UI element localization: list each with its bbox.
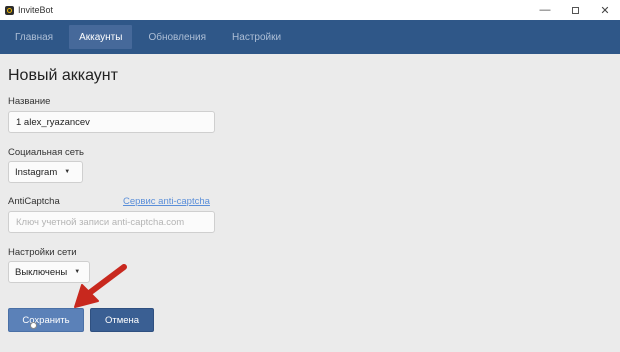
window-titlebar: InviteBot — ✕ bbox=[0, 0, 620, 21]
main-navbar: Главная Аккаунты Обновления Настройки bbox=[0, 20, 620, 54]
mouse-cursor-icon bbox=[30, 322, 37, 329]
tab-accounts[interactable]: Аккаунты bbox=[69, 25, 133, 49]
maximize-button[interactable] bbox=[560, 0, 590, 20]
app-logo-icon bbox=[5, 5, 14, 15]
anticaptcha-key-input[interactable] bbox=[8, 211, 215, 233]
social-network-label: Социальная сеть bbox=[8, 147, 84, 158]
tab-home[interactable]: Главная bbox=[5, 25, 63, 49]
tab-settings[interactable]: Настройки bbox=[222, 25, 291, 49]
name-input[interactable] bbox=[8, 111, 215, 133]
save-button[interactable]: Сохранить bbox=[8, 308, 84, 332]
name-label: Название bbox=[8, 96, 51, 107]
social-network-value: Instagram bbox=[15, 166, 58, 178]
chevron-down-icon: ▼ bbox=[64, 169, 71, 175]
cancel-button[interactable]: Отмена bbox=[90, 308, 154, 332]
close-button[interactable]: ✕ bbox=[590, 0, 620, 20]
anticaptcha-service-link[interactable]: Сервис anti-captcha bbox=[123, 196, 210, 207]
tab-updates[interactable]: Обновления bbox=[138, 25, 216, 49]
page-title: Новый аккаунт bbox=[8, 67, 118, 84]
network-settings-value: Выключены bbox=[15, 266, 68, 278]
red-arrow-icon bbox=[74, 264, 127, 308]
window-controls: — ✕ bbox=[530, 0, 620, 20]
maximize-icon bbox=[571, 6, 579, 14]
anticaptcha-label: AntiCaptcha bbox=[8, 196, 60, 207]
network-settings-label: Настройки сети bbox=[8, 247, 77, 258]
window-title: InviteBot bbox=[18, 5, 54, 15]
minimize-button[interactable]: — bbox=[530, 0, 560, 20]
social-network-select[interactable]: Instagram ▼ bbox=[8, 161, 83, 183]
